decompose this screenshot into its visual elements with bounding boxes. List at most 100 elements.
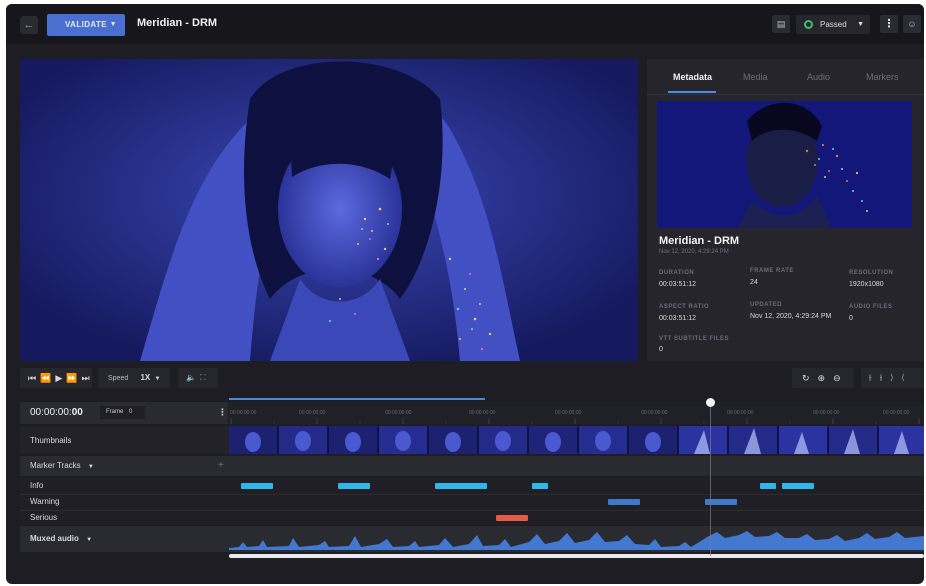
app-window: ← VALIDATE ▼ Meridian - DRM ▤ Passed ▼ ⋮… — [6, 4, 924, 584]
info-marker[interactable] — [760, 483, 776, 489]
speed-value: 1X — [140, 373, 151, 382]
frame-input[interactable]: Frame 0 — [100, 406, 145, 419]
resolution-label: RESOLUTION — [849, 270, 894, 276]
more-vertical-icon[interactable]: ⋮ — [218, 407, 227, 418]
ruler-label: 00:00:00:00 — [469, 410, 496, 416]
timecode-display: 00:00:00:00 — [30, 407, 83, 418]
zoom-out-icon[interactable]: ⊖ — [833, 373, 841, 383]
info-marker[interactable] — [782, 483, 814, 489]
timecode-main: 00:00:00: — [30, 407, 72, 418]
playhead-line — [710, 406, 711, 556]
status-value: Passed — [820, 20, 847, 29]
skip-end-icon[interactable]: ⏭ — [81, 373, 89, 383]
updated-value: Nov 12, 2020, 4:29:24 PM — [750, 313, 832, 320]
timeline-ruler[interactable]: 00:00:00:00 00:00:00:00 00:00:00:00 00:0… — [229, 402, 924, 424]
serious-track — [20, 510, 924, 525]
tab-active-indicator — [668, 91, 716, 93]
info-marker[interactable] — [241, 483, 273, 489]
zoom-group: ↻ ⊕ ⊖ — [792, 368, 854, 388]
asset-thumbnail — [657, 101, 912, 228]
marker-tracks-label: Marker Tracks ▼ — [20, 461, 94, 470]
video-frame-image — [20, 59, 638, 361]
play-icon[interactable]: ▶ — [55, 373, 62, 383]
frame-rate-label: FRAME RATE — [750, 268, 794, 274]
duration-value: 00:03:51:12 — [659, 281, 696, 288]
video-player[interactable] — [20, 59, 638, 361]
audio-waveform[interactable] — [229, 526, 924, 550]
speed-label: Speed — [108, 375, 129, 382]
status-circle-icon — [804, 20, 813, 29]
tab-metadata[interactable]: Metadata — [673, 72, 712, 82]
timeline-scrollbar[interactable] — [229, 554, 924, 558]
transport-group: ⏮ ⏪ ▶ ⏩ ⏭ — [20, 368, 92, 388]
panel-tabs: Metadata Media Audio Markers — [647, 59, 924, 95]
chevron-down-icon: ▼ — [154, 376, 161, 382]
metadata-panel: Metadata Media Audio Markers Meridian - … — [647, 59, 924, 361]
playhead-handle[interactable] — [706, 398, 715, 407]
asset-title: Meridian - DRM — [659, 235, 740, 247]
thumbnail-strip[interactable] — [229, 426, 924, 454]
info-marker[interactable] — [532, 483, 548, 489]
volume-icon[interactable]: 🔈 — [186, 373, 196, 382]
add-track-icon[interactable]: + — [208, 460, 224, 471]
frame-rate-value: 24 — [750, 279, 758, 286]
mark-in-icon[interactable]: ⫲ — [869, 373, 872, 382]
timecode-frames: 00 — [71, 407, 83, 418]
skip-start-icon[interactable]: ⏮ — [28, 373, 36, 383]
zoom-in-icon[interactable]: ⊕ — [818, 373, 826, 383]
duration-label: DURATION — [659, 270, 695, 276]
step-back-icon[interactable]: ⏪ — [40, 373, 51, 383]
info-marker[interactable] — [435, 483, 487, 489]
validate-button[interactable]: VALIDATE ▼ — [47, 14, 125, 36]
refresh-icon[interactable]: ↻ — [802, 373, 810, 383]
frame-label: Frame — [106, 409, 124, 415]
tab-markers[interactable]: Markers — [866, 72, 899, 82]
speed-control[interactable]: Speed 1X ▼ — [98, 368, 170, 388]
ruler-label: 00:00:00:00 — [230, 410, 257, 416]
marker-nav-group: ⫲ ⫲ ⟩ ⟨ — [861, 368, 924, 388]
updated-label: UPDATED — [750, 302, 783, 308]
ruler-label: 00:00:00:00 — [385, 410, 412, 416]
page-title: Meridian - DRM — [137, 17, 218, 29]
volume-fullscreen-group: 🔈 ⛶ — [178, 368, 218, 388]
tab-audio[interactable]: Audio — [807, 72, 830, 82]
more-vertical-icon[interactable]: ⋮ — [880, 15, 898, 33]
marker-tracks-header[interactable] — [20, 456, 924, 476]
frame-value: 0 — [129, 409, 133, 415]
next-icon[interactable]: ⟩ — [890, 373, 893, 382]
serious-marker[interactable] — [496, 515, 528, 521]
playback-progress — [229, 398, 485, 400]
muxed-audio-title: Muxed audio — [30, 534, 79, 543]
chevron-down-icon: ▼ — [86, 537, 93, 543]
chevron-down-icon: ▼ — [87, 464, 94, 470]
audio-files-label: AUDIO FILES — [849, 304, 893, 310]
resolution-value: 1920x1080 — [849, 281, 884, 288]
tab-media[interactable]: Media — [743, 72, 768, 82]
serious-label: Serious — [30, 513, 58, 522]
muxed-audio-label: Muxed audio ▼ — [20, 534, 92, 543]
ruler-label: 00:00:00:00 — [727, 410, 754, 416]
step-forward-icon[interactable]: ⏩ — [66, 373, 77, 383]
comment-icon[interactable]: ▤ — [772, 15, 790, 33]
back-arrow-icon[interactable]: ← — [20, 16, 38, 34]
ruler-label: 00:00:00:00 — [883, 410, 910, 416]
fullscreen-icon[interactable]: ⛶ — [200, 373, 206, 382]
warning-track — [20, 494, 924, 510]
user-icon[interactable]: ☺ — [903, 15, 921, 33]
info-marker[interactable] — [338, 483, 370, 489]
ruler-label: 00:00:00:00 — [555, 410, 582, 416]
chevron-down-icon: ▼ — [109, 21, 117, 28]
audio-files-value: 0 — [849, 315, 853, 322]
warning-label: Warning — [30, 497, 60, 506]
top-bar: ← VALIDATE ▼ Meridian - DRM ▤ Passed ▼ ⋮… — [6, 4, 924, 44]
warning-marker[interactable] — [608, 499, 640, 505]
prev-icon[interactable]: ⟨ — [901, 373, 904, 382]
ruler-label: 00:00:00:00 — [641, 410, 668, 416]
asset-date: Nov 12, 2020, 4:29:24 PM — [659, 249, 729, 255]
aspect-ratio-label: ASPECT RATIO — [659, 304, 710, 310]
status-select[interactable]: Passed ▼ — [796, 15, 870, 34]
mark-out-icon[interactable]: ⫲ — [880, 373, 883, 382]
chevron-down-icon: ▼ — [857, 21, 864, 28]
ruler-label: 00:00:00:00 — [813, 410, 840, 416]
timecode-box: 00:00:00:00 Frame 0 ⋮ — [20, 402, 228, 424]
